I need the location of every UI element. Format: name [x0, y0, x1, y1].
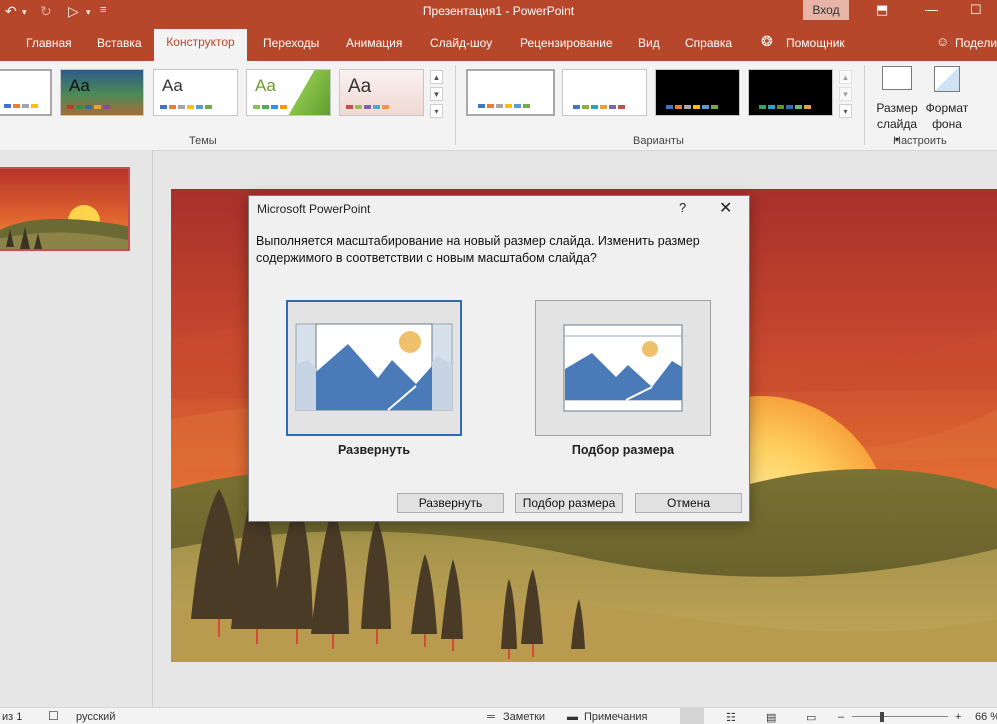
gallery-down-icon[interactable]: ▼ — [430, 87, 443, 101]
share-button[interactable]: Подели — [955, 36, 997, 50]
notes-icon: ═ — [487, 711, 495, 723]
scale-dialog: Microsoft PowerPoint ? ✕ Выполняется мас… — [248, 195, 750, 522]
lightbulb-icon: ❂ — [761, 33, 773, 49]
close-icon[interactable]: ✕ — [719, 198, 732, 218]
option-ensure-fit[interactable] — [535, 300, 711, 436]
ribbon-display-icon[interactable]: ⬒ — [876, 2, 888, 18]
notes-button[interactable]: Заметки — [503, 711, 545, 723]
tab-transitions[interactable]: Переходы — [263, 36, 319, 50]
option-ensure-fit-label: Подбор размера — [571, 443, 675, 457]
variant-1[interactable] — [466, 69, 555, 116]
tab-animations[interactable]: Анимация — [346, 36, 402, 50]
theme-aa-text: Aa — [255, 76, 276, 95]
paint-bucket-icon — [934, 66, 960, 92]
zoom-slider-track[interactable] — [852, 716, 948, 717]
tab-help[interactable]: Справка — [685, 36, 732, 50]
maximize-button[interactable]: Развернуть — [397, 493, 504, 513]
dialog-title: Microsoft PowerPoint — [257, 202, 371, 216]
group-divider — [864, 65, 865, 145]
ensure-fit-illustration-icon — [563, 324, 683, 412]
tab-slideshow[interactable]: Слайд-шоу — [430, 36, 492, 50]
sign-in-button[interactable]: Вход — [803, 0, 849, 20]
gallery-more-icon[interactable]: ▾ — [430, 104, 443, 118]
group-label-variants: Варианты — [633, 135, 684, 147]
theme-landscape[interactable]: Aa — [60, 69, 144, 116]
slide-counter: из 1 — [2, 711, 23, 723]
help-button[interactable]: ? — [679, 200, 686, 215]
slideshow-view-icon[interactable]: ▭ — [806, 711, 816, 724]
group-label-themes: Темы — [189, 135, 217, 147]
group-divider — [455, 65, 456, 145]
slide-thumbnail-pane — [0, 150, 153, 707]
theme-facet[interactable]: Aa — [153, 69, 238, 116]
normal-view-icon[interactable] — [680, 708, 704, 724]
cancel-button[interactable]: Отмена — [635, 493, 742, 513]
slide-sorter-icon[interactable]: ☷ — [726, 711, 736, 724]
gallery-up-icon[interactable]: ▲ — [430, 70, 443, 84]
slide-thumbnail-image — [0, 169, 128, 249]
theme-retrospect[interactable]: Aa — [339, 69, 424, 116]
maximize-illustration-icon — [295, 323, 453, 411]
theme-aa-text: Aa — [162, 76, 183, 95]
format-bg-label-1: Формат — [925, 101, 969, 115]
format-background-button[interactable]: Формат фона — [922, 64, 972, 134]
slide-size-label-2: слайда — [876, 117, 918, 131]
variant-4[interactable] — [748, 69, 833, 116]
person-icon: ☺ — [936, 34, 950, 49]
zoom-in-icon[interactable]: + — [955, 711, 961, 723]
group-label-customize: Настроить — [893, 135, 947, 147]
tab-view[interactable]: Вид — [638, 36, 660, 50]
variant-3[interactable] — [655, 69, 740, 116]
maximize-icon[interactable]: ☐ — [970, 2, 982, 18]
theme-office[interactable] — [0, 69, 52, 116]
ribbon-design: Aa Aa Aa Aa ▲ ▼ ▾ Темы ▲ ▼ ▾ Варианты Ра… — [0, 61, 997, 151]
gallery-down-icon[interactable]: ▼ — [839, 87, 852, 101]
slide-size-button[interactable]: Размер слайда ▾ — [874, 64, 920, 144]
ribbon-tabs: Главная Вставка Конструктор Переходы Ани… — [0, 24, 997, 61]
tab-insert[interactable]: Вставка — [97, 36, 142, 50]
tab-review[interactable]: Рецензирование — [520, 36, 613, 50]
variant-2[interactable] — [562, 69, 647, 116]
ensure-fit-button[interactable]: Подбор размера — [515, 493, 623, 513]
tab-home[interactable]: Главная — [26, 36, 72, 50]
option-maximize[interactable] — [286, 300, 462, 436]
reading-view-icon[interactable]: ▤ — [766, 711, 776, 724]
gallery-up-icon[interactable]: ▲ — [839, 70, 852, 84]
theme-aa-text: Aa — [348, 76, 372, 97]
language-indicator[interactable]: русский — [76, 711, 115, 723]
zoom-level[interactable]: 66 % — [975, 711, 997, 723]
dialog-message: Выполняется масштабирование на новый раз… — [256, 234, 700, 265]
accessibility-icon[interactable]: ☐ — [48, 709, 59, 723]
slide-thumbnail-1[interactable] — [0, 167, 130, 251]
option-maximize-label: Развернуть — [337, 443, 411, 457]
minimize-icon[interactable]: — — [925, 2, 938, 17]
status-bar: из 1 ☐ русский ═ Заметки ▬ Примечания ☷ … — [0, 707, 997, 724]
tab-design[interactable]: Конструктор — [154, 29, 247, 61]
theme-ion[interactable]: Aa — [246, 69, 331, 116]
theme-aa-text: Aa — [69, 76, 90, 95]
comments-button[interactable]: Примечания — [584, 711, 648, 723]
title-bar: ↶ ▾ ↻ ▷ ▾ ≡ Презентация1 - PowerPoint Вх… — [0, 0, 997, 24]
format-bg-label-2: фона — [932, 117, 962, 131]
zoom-out-icon[interactable]: – — [838, 711, 844, 723]
gallery-more-icon[interactable]: ▾ — [839, 104, 852, 118]
comments-icon: ▬ — [567, 711, 578, 723]
slide-size-icon — [882, 66, 912, 90]
tab-tell-me[interactable]: Помощник — [786, 36, 845, 50]
zoom-slider-thumb[interactable] — [880, 712, 884, 722]
slide-size-label-1: Размер — [876, 101, 918, 115]
